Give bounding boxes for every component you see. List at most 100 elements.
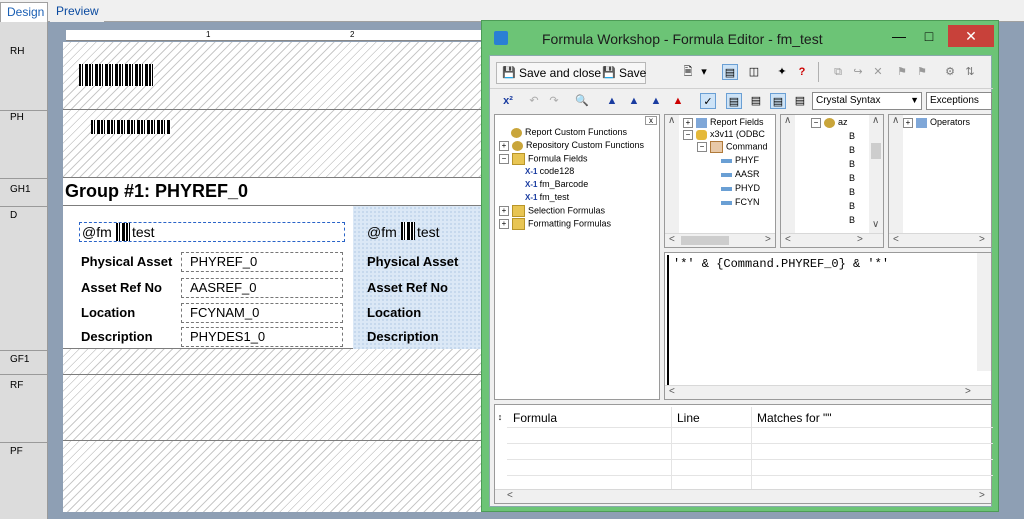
scroll-up-icon[interactable]: ∧: [872, 115, 879, 126]
section-pf[interactable]: PF: [10, 446, 23, 457]
label-physical-asset[interactable]: Physical Asset: [81, 254, 172, 269]
band-report-header[interactable]: [63, 42, 483, 110]
next-icon[interactable]: ⚑: [914, 64, 930, 80]
bookmark-clear-icon[interactable]: ▲: [670, 93, 686, 109]
scroll-left-icon[interactable]: <: [669, 386, 675, 397]
section-ph[interactable]: PH: [10, 112, 24, 123]
maximize-icon[interactable]: □: [914, 25, 944, 47]
label-asset-ref[interactable]: Asset Ref No: [81, 280, 162, 295]
bookmark-next-icon[interactable]: ▲: [626, 93, 642, 109]
tree-function-item[interactable]: B: [849, 173, 855, 183]
scroll-left-icon[interactable]: <: [669, 234, 675, 245]
undo-icon[interactable]: ↶: [526, 93, 542, 109]
wand-icon[interactable]: ✦: [774, 64, 790, 80]
section-d[interactable]: D: [10, 210, 17, 221]
bookmark-icon[interactable]: ⚑: [894, 64, 910, 80]
close-pane-icon[interactable]: x: [645, 116, 657, 125]
tree-function-item[interactable]: B: [849, 145, 855, 155]
tree-operators[interactable]: + Operators: [903, 117, 970, 128]
expand-icon[interactable]: ⇅: [962, 64, 978, 80]
group-title[interactable]: Group #1: PHYREF_0: [65, 181, 248, 202]
band-group-footer[interactable]: [63, 349, 483, 375]
barcode-image[interactable]: [91, 120, 171, 134]
field-tree-icon[interactable]: ▤: [726, 93, 742, 109]
vertical-scrollbar[interactable]: ∧: [665, 115, 679, 233]
scroll-down-icon[interactable]: ∨: [872, 219, 879, 230]
close-icon[interactable]: ✕: [948, 25, 994, 47]
bookmark-toggle-icon[interactable]: ▲: [604, 93, 620, 109]
formula-text[interactable]: '*' & {Command.PHYREF_0} & '*': [673, 257, 889, 271]
tree-report-custom-functions[interactable]: Report Custom Functions: [511, 127, 627, 138]
formula-workshop-window[interactable]: Formula Workshop - Formula Editor - fm_t…: [481, 20, 999, 512]
syntax-select[interactable]: Crystal Syntax ▼: [812, 92, 922, 110]
tree-x3v11[interactable]: − x3v11 (ODBC: [683, 129, 765, 140]
scroll-up-icon[interactable]: ∧: [784, 115, 791, 126]
toggle-tree-icon[interactable]: ▤: [722, 64, 738, 80]
label-location[interactable]: Location: [81, 305, 135, 320]
formula-editor[interactable]: '*' & {Command.PHYREF_0} & '*' < >: [664, 252, 992, 400]
scroll-left-icon[interactable]: <: [893, 234, 899, 245]
band-page-header[interactable]: [63, 110, 483, 178]
horizontal-scrollbar[interactable]: < >: [781, 233, 883, 247]
field-phydes[interactable]: PHYDES1_0: [181, 327, 343, 347]
tree-function-item[interactable]: B: [849, 215, 855, 225]
scroll-left-icon[interactable]: <: [785, 234, 791, 245]
tree-command[interactable]: − Command: [697, 141, 768, 153]
scroll-up-icon[interactable]: ∧: [892, 115, 899, 126]
tree-repository-custom-functions[interactable]: + Repository Custom Functions: [499, 140, 644, 151]
bookmark-prev-icon[interactable]: ▲: [648, 93, 664, 109]
vertical-scrollbar[interactable]: ∧: [889, 115, 903, 233]
window-titlebar[interactable]: Formula Workshop - Formula Editor - fm_t…: [482, 21, 998, 55]
exceptions-select[interactable]: Exceptions: [926, 92, 992, 110]
delete-icon[interactable]: ✕: [870, 64, 886, 80]
redo-icon[interactable]: ↷: [546, 93, 562, 109]
tree-field-phyf[interactable]: PHYF: [721, 155, 759, 165]
vertical-scrollbar[interactable]: ∧: [781, 115, 795, 233]
new-icon[interactable]: 🗎: [680, 64, 696, 80]
scroll-right-icon[interactable]: >: [765, 234, 771, 245]
scroll-right-icon[interactable]: >: [979, 234, 985, 245]
pin-icon[interactable]: ↕: [495, 409, 505, 425]
function-tree-icon[interactable]: ▤: [748, 93, 764, 109]
column-line[interactable]: Line: [677, 411, 700, 425]
tree-function-item[interactable]: B: [849, 131, 855, 141]
sort-icon[interactable]: ▤: [792, 93, 808, 109]
scroll-right-icon[interactable]: >: [979, 490, 985, 501]
horizontal-scrollbar[interactable]: < >: [495, 489, 991, 503]
find-icon[interactable]: 🔍: [574, 93, 590, 109]
scroll-thumb[interactable]: [871, 143, 881, 159]
tree-formatting-formulas[interactable]: + Formatting Formulas: [499, 218, 611, 230]
section-rh[interactable]: RH: [10, 46, 24, 57]
save-and-close-button[interactable]: Save and close: [519, 63, 601, 83]
tree-selection-formulas[interactable]: + Selection Formulas: [499, 205, 605, 217]
tree-function-item[interactable]: B: [849, 187, 855, 197]
tree-formula-fields[interactable]: − Formula Fields: [499, 153, 588, 165]
scroll-thumb[interactable]: [681, 236, 729, 245]
tree-field-aasr[interactable]: AASR: [721, 169, 760, 179]
tree-function-item[interactable]: B: [849, 159, 855, 169]
band-details[interactable]: @fm test Physical Asset PHYREF_0 Asset R…: [63, 206, 483, 349]
properties-icon[interactable]: ◫: [746, 64, 762, 80]
scroll-left-icon[interactable]: <: [507, 490, 513, 501]
vertical-scrollbar[interactable]: [977, 253, 991, 371]
field-fcynam[interactable]: FCYNAM_0: [181, 303, 343, 323]
section-gf1[interactable]: GF1: [10, 354, 29, 365]
copy-icon[interactable]: ⧉: [830, 64, 846, 80]
x2-icon[interactable]: x²: [500, 93, 516, 109]
tab-preview[interactable]: Preview: [50, 2, 104, 22]
section-rf[interactable]: RF: [10, 380, 23, 391]
band-report-footer[interactable]: [63, 375, 483, 441]
field-phyref[interactable]: PHYREF_0: [181, 252, 343, 272]
scroll-right-icon[interactable]: >: [965, 386, 971, 397]
tree-fm-test[interactable]: X-1 fm_test: [525, 192, 569, 202]
tree-functions-root[interactable]: − az: [811, 117, 848, 128]
scroll-right-icon[interactable]: >: [857, 234, 863, 245]
tab-design[interactable]: Design: [0, 2, 48, 22]
band-group-header[interactable]: Group #1: PHYREF_0: [63, 178, 483, 206]
band-page-footer[interactable]: [63, 441, 483, 512]
tree-fm-barcode[interactable]: X-1 fm_Barcode: [525, 179, 588, 189]
tree-field-phyd[interactable]: PHYD: [721, 183, 760, 193]
operator-tree-icon[interactable]: ▤: [770, 93, 786, 109]
horizontal-scrollbar[interactable]: < >: [665, 233, 775, 247]
tree-function-item[interactable]: B: [849, 201, 855, 211]
